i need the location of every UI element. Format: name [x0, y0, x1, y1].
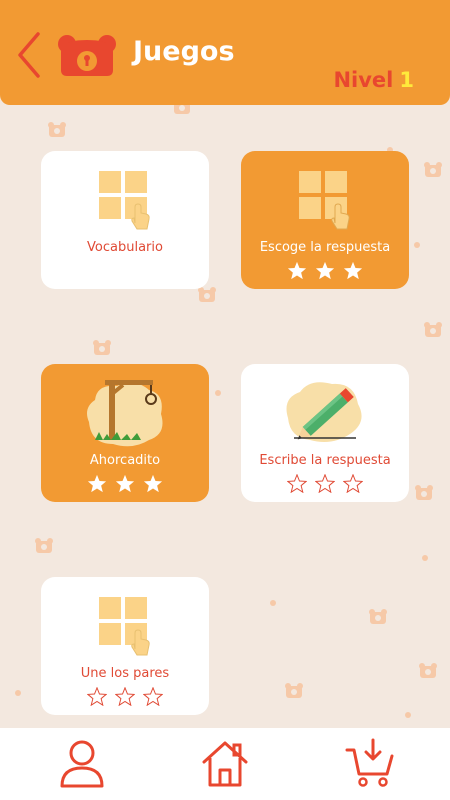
- star-filled-icon: [143, 474, 163, 493]
- star-outline-icon: [342, 473, 364, 494]
- star-outline-icon: [142, 686, 164, 707]
- back-chevron-icon[interactable]: [14, 30, 44, 80]
- game-card-escoge-la-respuesta[interactable]: Escoge la respuesta: [241, 151, 409, 289]
- star-rating: [241, 261, 409, 284]
- game-card-label: Escoge la respuesta: [259, 240, 391, 255]
- star-filled-icon: [287, 261, 307, 280]
- grid-tap-icon: [99, 171, 150, 230]
- game-card-escribe-la-respuesta[interactable]: Escribe la respuesta: [241, 364, 409, 502]
- star-rating: [41, 474, 209, 497]
- level-label: Nivel: [333, 68, 394, 92]
- game-card-label: Ahorcadito: [89, 453, 161, 468]
- level-value: 1: [399, 68, 414, 92]
- star-rating: [241, 473, 409, 497]
- game-card-une-los-pares[interactable]: Une los pares: [41, 577, 209, 715]
- game-card-label: Escribe la respuesta: [259, 453, 391, 468]
- gallows-icon: [87, 380, 163, 447]
- pencil-icon: [286, 382, 362, 442]
- star-filled-icon: [315, 261, 335, 280]
- game-card-label: Vocabulario: [87, 240, 163, 255]
- game-card-label: Une los pares: [80, 666, 170, 681]
- star-filled-icon: [115, 474, 135, 493]
- star-outline-icon: [314, 473, 336, 494]
- star-outline-icon: [86, 686, 108, 707]
- star-filled-icon: [87, 474, 107, 493]
- star-filled-icon: [343, 261, 363, 280]
- cart-download-icon[interactable]: [345, 738, 395, 788]
- user-icon[interactable]: [57, 738, 107, 788]
- grid-tap-icon: [299, 171, 350, 230]
- home-icon[interactable]: [200, 738, 250, 788]
- page-title: Juegos: [133, 36, 235, 67]
- bottom-nav: [0, 728, 450, 800]
- game-card-ahorcadito[interactable]: Ahorcadito: [41, 364, 209, 502]
- bear-logo-icon: [58, 35, 116, 76]
- star-rating: [41, 686, 209, 710]
- star-outline-icon: [114, 686, 136, 707]
- level-indicator: Nivel 1: [333, 68, 414, 92]
- game-card-vocabulario[interactable]: Vocabulario: [41, 151, 209, 289]
- grid-tap-icon: [99, 597, 150, 656]
- star-outline-icon: [286, 473, 308, 494]
- header-bar: Juegos Nivel 1: [0, 0, 450, 105]
